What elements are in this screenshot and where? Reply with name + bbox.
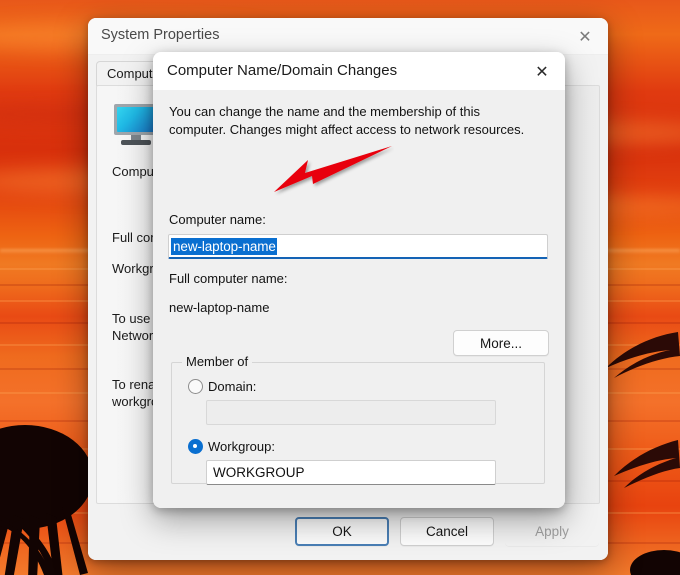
- close-icon[interactable]: ✕: [562, 18, 608, 55]
- palm-frond-right-lower: [614, 440, 680, 488]
- domain-label: Domain:: [208, 379, 257, 394]
- dialog-description: You can change the name and the membersh…: [169, 104, 525, 137]
- close-icon[interactable]: ✕: [519, 52, 565, 90]
- system-properties-title: System Properties: [101, 27, 220, 43]
- sysprops-line-to-rename: To rena: [112, 377, 156, 392]
- ok-button[interactable]: OK: [295, 517, 389, 546]
- member-of-groupbox: Member of Domain: Workgroup: WORKGROUP: [171, 354, 545, 485]
- sysprops-line-workgroup2: workgro: [112, 394, 159, 409]
- workgroup-label: Workgroup:: [208, 439, 275, 454]
- full-computer-name-label: Full computer name:: [169, 271, 288, 286]
- computer-name-input[interactable]: new-laptop-name: [168, 234, 548, 259]
- workgroup-input[interactable]: WORKGROUP: [206, 460, 496, 485]
- domain-input[interactable]: [206, 400, 496, 425]
- member-of-legend: Member of: [182, 354, 253, 369]
- more-button[interactable]: More...: [453, 330, 549, 356]
- workgroup-radio[interactable]: [188, 439, 203, 454]
- computer-name-input-value: new-laptop-name: [171, 237, 277, 255]
- system-properties-titlebar: System Properties ✕: [88, 18, 608, 55]
- sysprops-line-to-use: To use: [112, 311, 151, 326]
- apply-button: Apply: [505, 517, 599, 546]
- dialog-body: You can change the name and the membersh…: [153, 90, 565, 508]
- computer-name-label: Computer name:: [169, 212, 266, 227]
- system-properties-button-row: OK Cancel Apply: [88, 504, 608, 560]
- domain-radio[interactable]: [188, 379, 203, 394]
- computer-name-domain-changes-dialog: Computer Name/Domain Changes ✕ You can c…: [153, 52, 565, 508]
- cancel-button[interactable]: Cancel: [400, 517, 494, 546]
- palm-trunk-bottom-right: [630, 550, 680, 575]
- palm-frond-right-upper: [606, 332, 680, 378]
- dialog-title: Computer Name/Domain Changes: [167, 62, 398, 79]
- full-computer-name-value: new-laptop-name: [169, 300, 270, 315]
- dialog-titlebar: Computer Name/Domain Changes ✕: [153, 52, 565, 90]
